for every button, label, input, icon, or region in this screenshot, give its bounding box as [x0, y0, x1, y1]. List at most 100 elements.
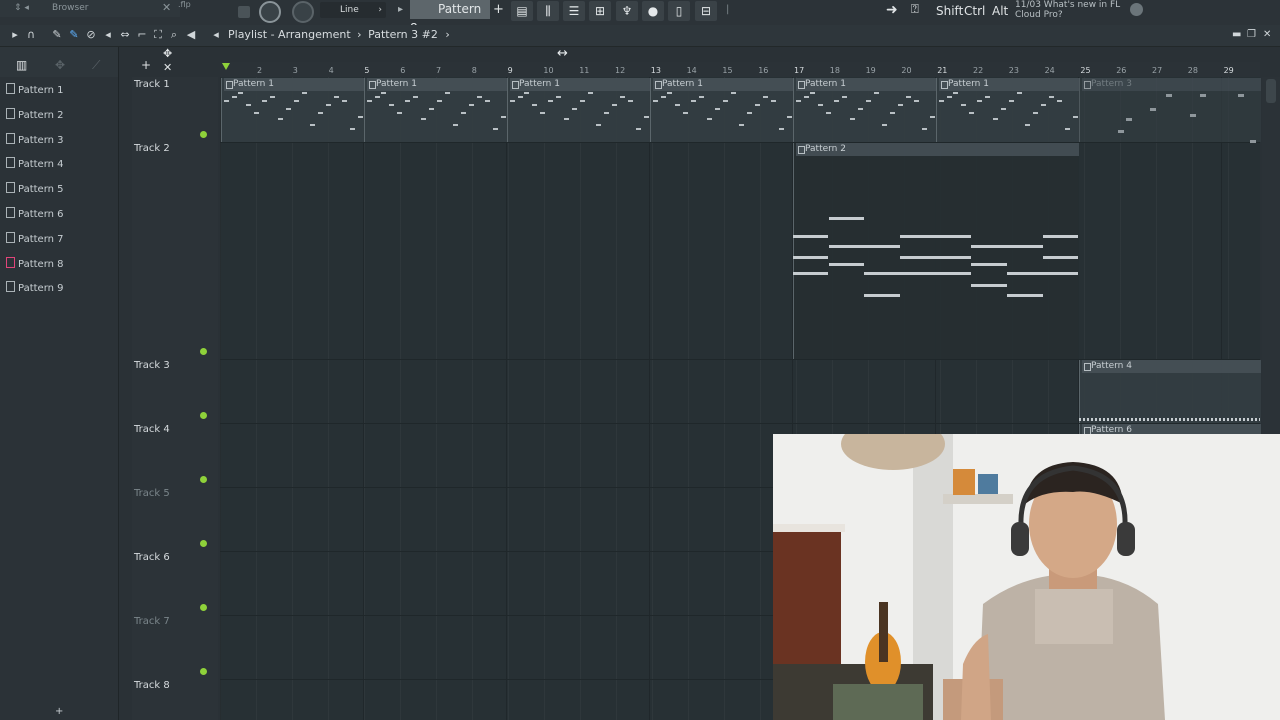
close-window-icon[interactable]: ✕ [1263, 29, 1271, 40]
slip-icon[interactable]: ⇔ [118, 28, 132, 42]
track-label[interactable]: Track 5 [134, 488, 170, 499]
add-pattern-icon[interactable]: + [493, 2, 504, 17]
mute-icon[interactable]: ◂ [101, 28, 115, 42]
help-icon[interactable]: ⍰ [911, 2, 919, 17]
ruler-bar-number[interactable]: 2 [257, 66, 262, 75]
ruler-bar-number[interactable]: 29 [1224, 66, 1234, 75]
add-icon[interactable]: + [55, 706, 63, 717]
ruler-bar-number[interactable]: 19 [866, 66, 876, 75]
master-volume-knob[interactable] [259, 1, 281, 23]
playhead-marker[interactable] [222, 63, 230, 70]
ruler-bar-number[interactable]: 4 [329, 66, 334, 75]
ruler-bar-number[interactable]: 24 [1045, 66, 1055, 75]
track-label[interactable]: Track 8 [134, 680, 170, 691]
picker-item[interactable]: Pattern 9 [6, 279, 114, 299]
track-label[interactable]: Track 1 [134, 79, 170, 90]
track-label[interactable]: Track 3 [134, 360, 170, 371]
news-panel[interactable]: 11/03 What's new in FL Cloud Pro? [1015, 0, 1125, 20]
track-mute-led[interactable] [200, 668, 207, 675]
ruler-bar-number[interactable]: 23 [1009, 66, 1019, 75]
picker-item[interactable]: Pattern 3 [6, 131, 114, 151]
picker-item[interactable]: Pattern 5 [6, 180, 114, 200]
microphone-icon[interactable]: ● [642, 1, 664, 21]
play-arrow-icon[interactable]: ▸ [398, 4, 403, 15]
ruler-bar-number[interactable]: 6 [400, 66, 405, 75]
pattern-clip[interactable]: Pattern 1 [650, 78, 793, 142]
ruler-bar-number[interactable]: 25 [1080, 66, 1090, 75]
select-icon[interactable]: ⛶ [151, 28, 165, 42]
pattern-clip[interactable]: Pattern 1 [507, 78, 650, 142]
ruler-bar-number[interactable]: 20 [901, 66, 911, 75]
pattern-clip[interactable]: Pattern 3 [1079, 78, 1261, 142]
pattern-clip[interactable]: Pattern 2 [793, 143, 1079, 359]
ruler-bar-number[interactable]: 28 [1188, 66, 1198, 75]
ruler-bar-number[interactable]: 8 [472, 66, 477, 75]
shift-key-button[interactable]: Shift [936, 2, 963, 20]
plugin-icon[interactable]: ♆ [616, 1, 638, 21]
pattern-clip[interactable]: Pattern 1 [364, 78, 507, 142]
ruler-bar-number[interactable]: 7 [436, 66, 441, 75]
paint-icon[interactable]: ✎ [67, 28, 81, 42]
ruler-bar-number[interactable]: 17 [794, 66, 804, 75]
picker-item[interactable]: Pattern 4 [6, 155, 114, 175]
minimize-icon[interactable]: ▬ [1232, 29, 1241, 40]
track-label[interactable]: Track 7 [134, 616, 170, 627]
track-mute-led[interactable] [200, 540, 207, 547]
ruler-bar-number[interactable]: 5 [364, 66, 369, 75]
ruler-bar-number[interactable]: 15 [722, 66, 732, 75]
pattern-clip[interactable]: Pattern 1 [936, 78, 1079, 142]
picker-item[interactable]: Pattern 7 [6, 230, 114, 250]
ruler-bar-number[interactable]: 16 [758, 66, 768, 75]
slice-icon[interactable]: ⌐ [135, 28, 149, 42]
zoom-icon[interactable]: ⌕ [167, 28, 181, 42]
close-icon[interactable]: ✕ [162, 1, 171, 14]
piano-roll-icon[interactable]: ⊞ [589, 1, 611, 21]
maximize-icon[interactable]: ❐ [1247, 29, 1256, 40]
pattern-clip[interactable]: Pattern 1 [221, 78, 364, 142]
track-label[interactable]: Track 2 [134, 143, 170, 154]
ruler-bar-number[interactable]: 27 [1152, 66, 1162, 75]
ruler-bar-number[interactable]: 3 [293, 66, 298, 75]
arrow-right-icon[interactable]: ➜ [886, 2, 898, 18]
ruler-bar-number[interactable]: 18 [830, 66, 840, 75]
globe-icon[interactable] [1130, 3, 1143, 16]
browser-tab[interactable]: ⇕ ◂ Browser ✕ [0, 0, 180, 17]
file-icon[interactable]: ▯ [668, 1, 690, 21]
track-label[interactable]: Track 6 [134, 552, 170, 563]
speaker-icon[interactable]: ◂ [209, 28, 223, 42]
add-track-icon[interactable]: + [141, 58, 151, 72]
horizontal-zoom-icon[interactable]: ✥ [163, 47, 172, 60]
track-mute-led[interactable] [200, 604, 207, 611]
ctrl-key-button[interactable]: Ctrl [964, 2, 985, 20]
picker-move-icon[interactable]: ✥ [55, 58, 65, 72]
current-pattern-label[interactable]: Pattern 3 #2 [368, 28, 438, 41]
timeline-ruler[interactable] [220, 62, 1260, 77]
split-icon[interactable]: ⊟ [695, 1, 717, 21]
arrows-icon[interactable]: ⇕ ◂ [14, 3, 29, 13]
snap-selector[interactable]: Line › [320, 2, 386, 18]
track-mute-led[interactable] [200, 476, 207, 483]
ruler-bar-number[interactable]: 22 [973, 66, 983, 75]
picker-menu-icon[interactable]: ▥ [16, 58, 27, 72]
ruler-bar-number[interactable]: 12 [615, 66, 625, 75]
ruler-bar-number[interactable]: 14 [687, 66, 697, 75]
pencil-icon[interactable]: ✎ [50, 28, 64, 42]
ruler-bar-number[interactable]: 11 [579, 66, 589, 75]
mixer-icon[interactable]: ⫼ [537, 1, 559, 21]
close-icon[interactable]: ✕ [163, 61, 172, 74]
track-mute-led[interactable] [200, 412, 207, 419]
scrollbar-thumb[interactable] [1266, 79, 1276, 103]
track-mute-led[interactable] [200, 131, 207, 138]
picker-item[interactable]: Pattern 2 [6, 106, 114, 126]
master-pitch-knob[interactable] [292, 1, 314, 23]
alt-key-button[interactable]: Alt [992, 2, 1008, 20]
ruler-bar-number[interactable]: 21 [937, 66, 947, 75]
pattern-clip[interactable]: Pattern 1 [793, 78, 936, 142]
ruler-bar-number[interactable]: 10 [543, 66, 553, 75]
track-label[interactable]: Track 4 [134, 424, 170, 435]
ruler-bar-number[interactable]: 13 [651, 66, 661, 75]
play-icon[interactable]: ▸ [8, 28, 22, 42]
playlist-icon[interactable]: ▤ [511, 1, 533, 21]
pattern-selector[interactable]: Pattern 8 [410, 0, 490, 35]
magnet-snap-icon[interactable]: ∩ [24, 28, 38, 42]
